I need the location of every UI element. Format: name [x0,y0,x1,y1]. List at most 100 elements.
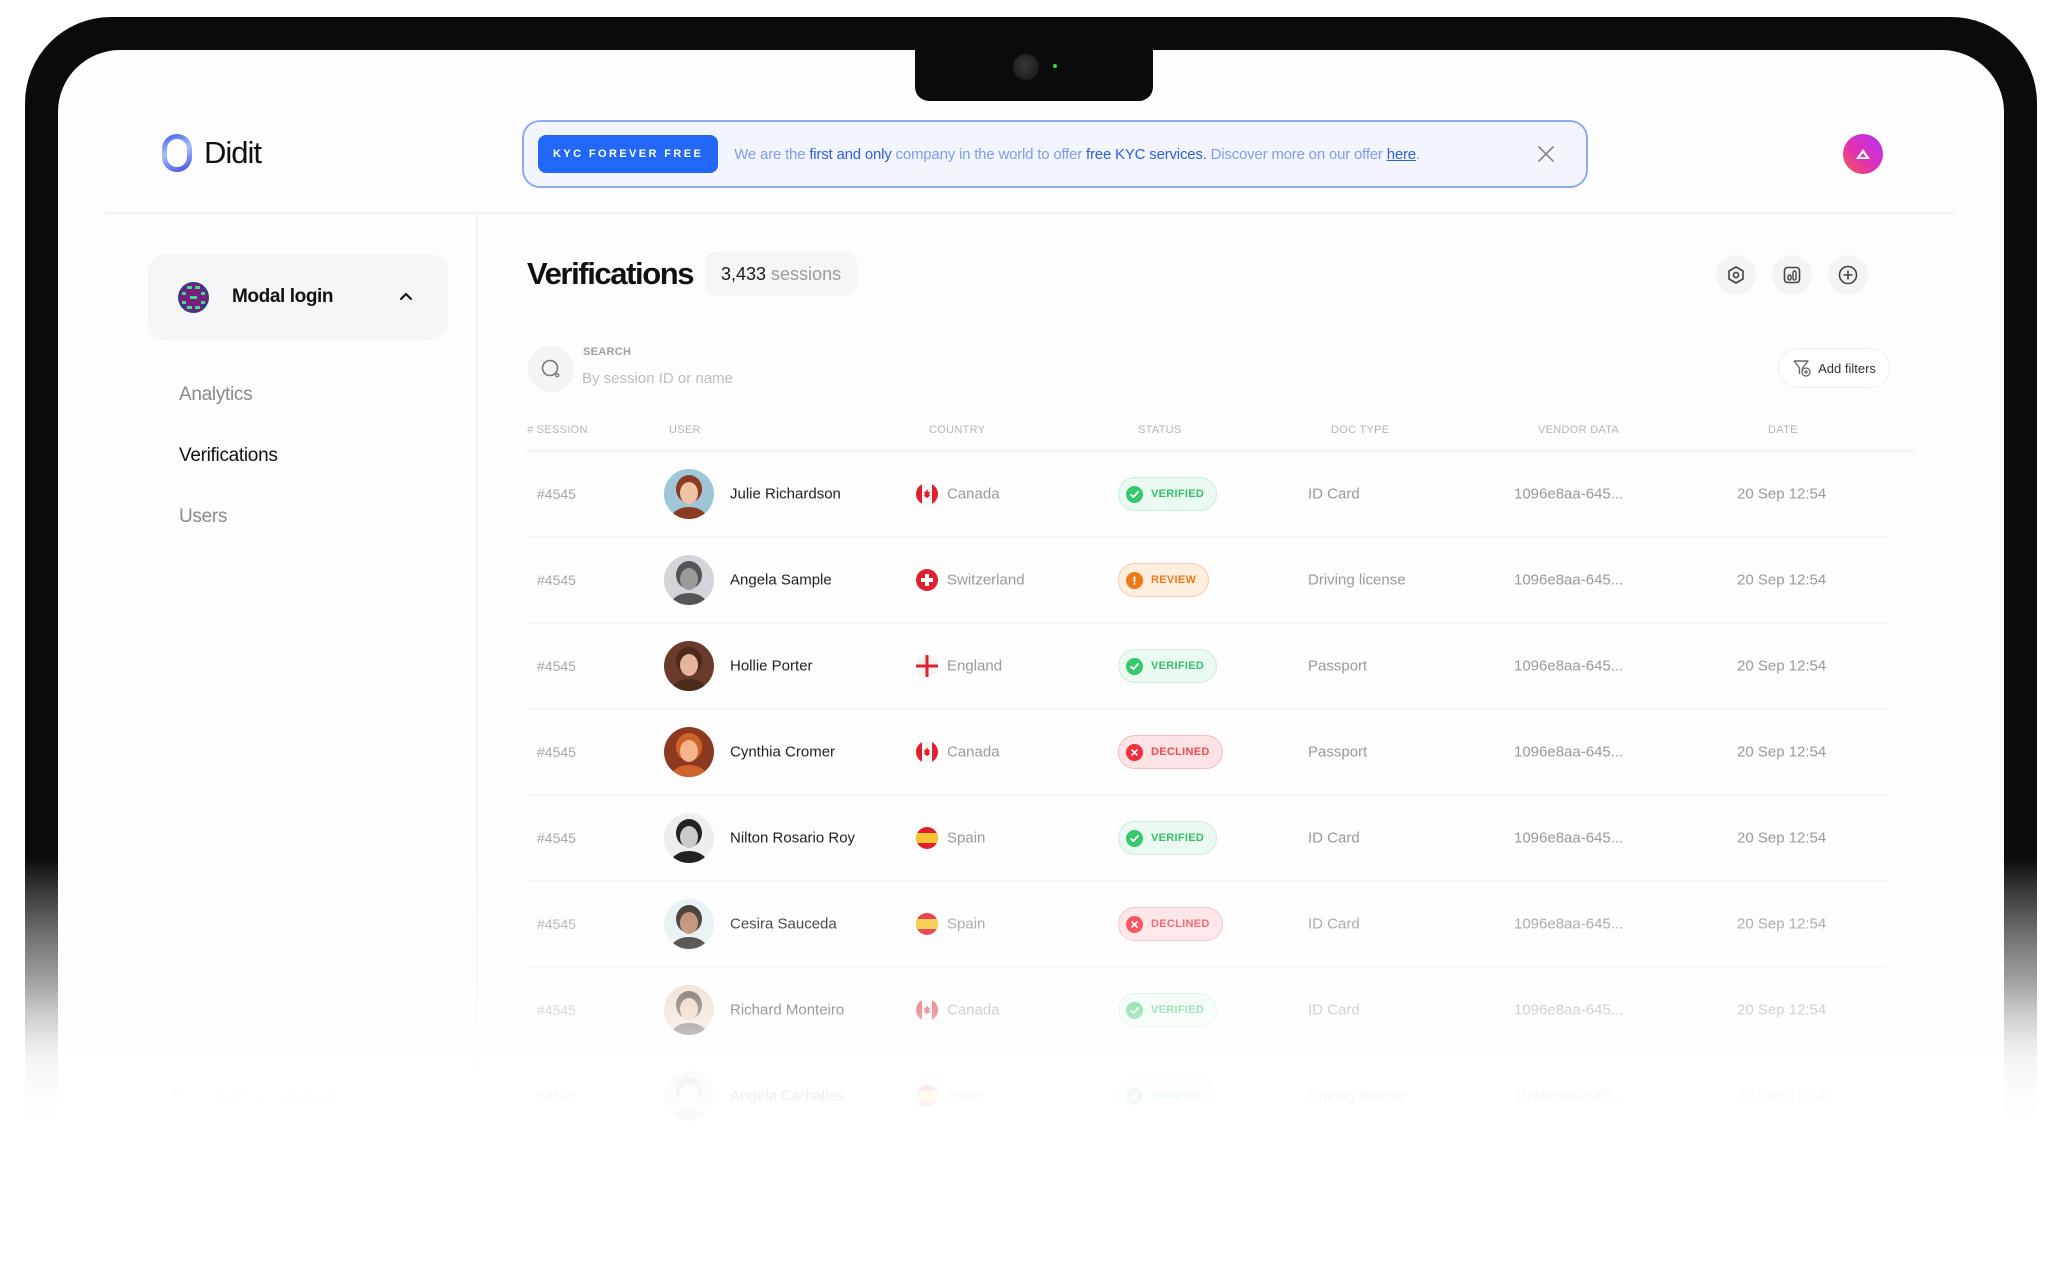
user-avatar-photo [664,1071,714,1121]
table-row[interactable]: #4545 Hollie Porter England VERIFIED Passpor… [527,624,1887,710]
user-name[interactable]: Angela Sample [730,572,832,589]
country-name: England [947,657,1003,675]
status-label: DECLINED [1151,918,1210,930]
table-row[interactable]: #4545 Cesira Sauceda Spain DECLINED ID Card 1… [527,882,1887,968]
getting-started-link[interactable]: Getting started [170,1088,335,1110]
search-input[interactable] [582,366,942,390]
status-badge: REVIEW [1118,563,1210,597]
session-id[interactable]: #4545 [537,830,576,846]
check-icon [1130,1092,1139,1100]
status-label: VERIFIED [1151,832,1205,844]
add-session-button[interactable] [1828,255,1868,295]
table-row[interactable]: #4545 Julie Richardson Canada VERIFIED ID Ca… [527,452,1887,538]
status-badge: VERIFIED [1118,649,1218,683]
settings-button[interactable] [1716,255,1756,295]
analytics-button[interactable] [1772,255,1812,295]
vendor-data: 1096e8aa-645... [1514,485,1624,503]
column-header-date[interactable]: DATE [1768,424,1798,436]
status-dot [1126,571,1143,589]
user-name[interactable]: Cesira Sauceda [730,916,837,933]
add-filters-button[interactable]: Add filters [1778,348,1890,388]
canada-flag-icon [916,483,938,505]
status-dot [1126,657,1143,675]
camera-icon [1013,54,1039,80]
country-name: Spain [947,829,986,847]
table-row[interactable]: #4545 Richard Monteiro Canada VERIFIED ID Ca… [527,968,1887,1054]
session-date: 20 Sep 12:54 [1737,829,1827,847]
session-id[interactable]: #4545 [537,744,576,760]
session-id[interactable]: #4545 [537,572,576,588]
project-avatar-icon [178,281,209,313]
header-divider [105,212,1955,214]
session-date: 20 Sep 12:54 [1737,485,1827,503]
doc-type: Passport [1308,743,1368,761]
search-label: SEARCH [583,346,632,358]
session-id[interactable]: #4545 [537,658,576,674]
user-name[interactable]: Angela Carballes [730,1088,844,1105]
banner-offer-link[interactable]: here [1387,146,1416,163]
status-badge: DECLINED [1118,907,1223,941]
sidebar-item-verifications[interactable]: Verifications [179,445,278,467]
status-label: VERIFIED [1151,1004,1205,1016]
canada-flag-icon [916,741,938,763]
vendor-data: 1096e8aa-645... [1514,1087,1624,1105]
session-date: 20 Sep 12:54 [1737,1087,1827,1105]
close-banner-button[interactable] [1534,142,1558,166]
app-name: Didit [204,135,262,170]
status-dot [1126,915,1143,933]
session-id[interactable]: #4545 [537,486,576,502]
user-avatar-photo [664,985,714,1035]
table-row[interactable]: #4545 Angela Carballes Spain VERIFIED Drivin… [527,1054,1887,1140]
table-row[interactable]: #4545 Nilton Rosario Roy Spain VERIFIED ID C… [527,796,1887,882]
banner-text: . [1415,145,1420,163]
sidebar-divider [476,214,478,1264]
session-count-unit: sessions [771,263,842,284]
column-header-doc-type[interactable]: DOC TYPE [1331,424,1389,436]
vendor-data: 1096e8aa-645... [1514,915,1624,933]
page-title: Verifications [527,256,695,291]
app-logo[interactable]: Didit [162,134,262,172]
user-name[interactable]: Cynthia Cromer [730,744,835,761]
country-name: Canada [947,743,1000,761]
user-name[interactable]: Nilton Rosario Roy [730,830,855,847]
user-avatar-photo [664,727,714,777]
project-switcher[interactable]: Modal login [148,254,448,340]
search-button[interactable] [528,346,574,392]
status-label: VERIFIED [1151,660,1205,672]
banner-text-emphasis: free KYC services. [1086,145,1207,163]
table-header: # SESSION USER COUNTRY STATUS DOC TYPE V… [527,424,1917,444]
user-name[interactable]: Hollie Porter [730,658,813,675]
close-icon [1538,146,1554,162]
table-row[interactable]: #4545 Angela Sample Switzerland REVIEW Drivi… [527,538,1887,624]
x-icon [1131,920,1138,928]
column-header-status[interactable]: STATUS [1138,424,1182,436]
status-dot [1126,829,1143,847]
check-icon [1130,834,1139,842]
status-badge: DECLINED [1118,735,1223,769]
vendor-data: 1096e8aa-645... [1514,743,1624,761]
column-header-country[interactable]: COUNTRY [929,424,985,436]
doc-type: ID Card [1308,829,1360,847]
chevron-up-icon[interactable] [398,288,414,304]
user-avatar[interactable] [1843,134,1883,174]
session-id[interactable]: #4545 [537,1088,576,1104]
user-name[interactable]: Richard Monteiro [730,1002,844,1019]
spain-flag-icon [916,827,938,849]
column-header-vendor-data[interactable]: VENDOR DATA [1538,424,1619,436]
table-row[interactable]: #4545 Cynthia Cromer Canada DECLINED Passpor… [527,710,1887,796]
column-header-session[interactable]: # SESSION [527,424,588,436]
user-name[interactable]: Julie Richardson [730,486,841,503]
user-avatar-photo [664,899,714,949]
banner-text: Discover more on our offer [1206,145,1387,163]
status-label: DECLINED [1151,746,1210,758]
sidebar-item-analytics[interactable]: Analytics [179,384,253,406]
session-id[interactable]: #4545 [537,916,576,932]
sidebar-item-users[interactable]: Users [179,506,227,528]
session-id[interactable]: #4545 [537,1002,576,1018]
spain-flag-icon [916,1085,938,1107]
column-header-user[interactable]: USER [669,424,701,436]
status-dot [1126,1001,1143,1019]
status-label: VERIFIED [1151,488,1205,500]
user-avatar-photo [664,813,714,863]
status-dot [1126,1087,1143,1105]
